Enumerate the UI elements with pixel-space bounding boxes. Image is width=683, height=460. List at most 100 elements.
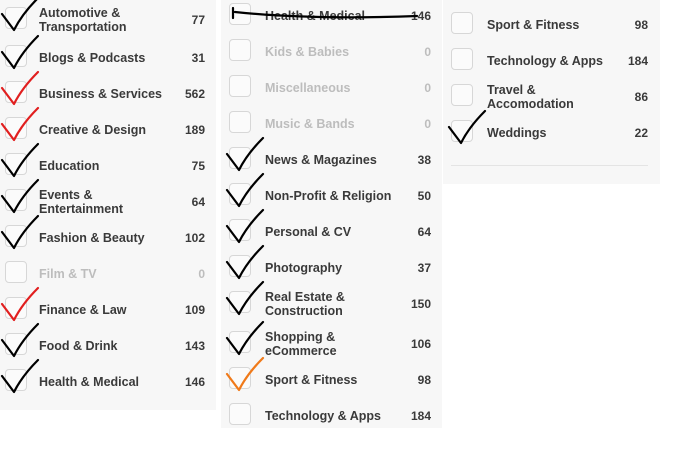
category-item-sport-and-fitness[interactable]: Sport & Fitness 98 <box>221 356 442 398</box>
category-item-film-and-tv: Film & TV 0 <box>0 256 216 292</box>
category-label: Sport & Fitness <box>265 373 358 387</box>
category-count: 38 <box>417 153 431 167</box>
category-label: Photography <box>265 261 343 275</box>
category-item-miscellaneous: Miscellaneous 0 <box>221 70 442 106</box>
category-checkbox[interactable] <box>5 225 27 247</box>
category-label: Shopping & eCommerce <box>265 330 337 358</box>
category-checkbox[interactable] <box>5 189 27 211</box>
category-checkbox[interactable] <box>229 291 251 313</box>
category-checkbox[interactable] <box>229 183 251 205</box>
category-checkbox[interactable] <box>5 7 27 29</box>
category-checkbox[interactable] <box>5 45 27 67</box>
category-item-kids-and-babies: Kids & Babies 0 <box>221 34 442 70</box>
category-checkbox[interactable] <box>451 84 473 106</box>
category-item-personal-and-cv[interactable]: Personal & CV 64 <box>221 208 442 250</box>
category-checkbox[interactable] <box>5 153 27 175</box>
category-checkbox[interactable] <box>229 255 251 277</box>
category-item-health-and-medical[interactable]: Health & Medical 146 <box>221 0 442 34</box>
category-checkbox[interactable] <box>229 147 251 169</box>
category-label: Kids & Babies <box>265 45 350 59</box>
category-item-education[interactable]: Education 75 <box>0 142 216 184</box>
category-label: Education <box>39 159 100 173</box>
category-item-non-profit-and-religion[interactable]: Non-Profit & Religion 50 <box>221 172 442 214</box>
category-label: Non-Profit & Religion <box>265 189 392 203</box>
category-count: 0 <box>198 267 205 281</box>
category-checkbox[interactable] <box>229 367 251 389</box>
category-checkbox[interactable] <box>5 297 27 319</box>
category-count: 146 <box>184 375 205 389</box>
category-count: 0 <box>424 45 431 59</box>
category-item-blogs-and-podcasts[interactable]: Blogs & Podcasts 31 <box>0 34 216 76</box>
category-item-shopping-and-ecommerce[interactable]: Shopping & eCommerce 106 <box>221 320 442 362</box>
category-column-1: Automotive & Transportation 77 Blogs & Pod… <box>0 0 216 410</box>
category-item-creative-and-design[interactable]: Creative & Design 189 <box>0 106 216 148</box>
category-item-weddings[interactable]: Weddings 22 <box>443 109 660 151</box>
category-label: Sport & Fitness <box>487 18 580 32</box>
category-item-news-and-magazines[interactable]: News & Magazines 38 <box>221 136 442 178</box>
category-label: Finance & Law <box>39 303 127 317</box>
category-count: 98 <box>634 18 648 32</box>
category-item-real-estate-and-construction[interactable]: Real Estate & Construction 150 <box>221 280 442 322</box>
category-count: 184 <box>410 409 431 423</box>
category-count: 50 <box>417 189 431 203</box>
divider <box>451 165 648 166</box>
category-checkbox[interactable] <box>229 403 251 425</box>
category-count: 75 <box>191 159 205 173</box>
category-item-technology-and-apps[interactable]: Technology & Apps 184 <box>221 398 442 434</box>
category-label: Personal & CV <box>265 225 352 239</box>
category-count: 22 <box>634 126 648 140</box>
category-count: 106 <box>410 337 431 351</box>
category-checkbox[interactable] <box>229 3 251 25</box>
category-label: Real Estate & Construction <box>265 290 345 318</box>
category-item-automotive-and-transportation[interactable]: Automotive & Transportation 77 <box>0 0 216 38</box>
category-item-photography[interactable]: Photography 37 <box>221 244 442 286</box>
category-item-technology-and-apps[interactable]: Technology & Apps 184 <box>443 43 660 79</box>
category-checkbox[interactable] <box>451 48 473 70</box>
category-label: Automotive & Transportation <box>39 6 127 34</box>
category-item-food-and-drink[interactable]: Food & Drink 143 <box>0 322 216 364</box>
category-label: Business & Services <box>39 87 162 101</box>
category-count: 189 <box>184 123 205 137</box>
category-count: 64 <box>417 225 431 239</box>
category-item-health-and-medical[interactable]: Health & Medical 146 <box>0 358 216 400</box>
category-count: 37 <box>417 261 431 275</box>
category-count: 31 <box>191 51 205 65</box>
category-count: 0 <box>424 117 431 131</box>
category-label: Events & Entertainment <box>39 188 124 216</box>
category-checkbox[interactable] <box>5 333 27 355</box>
category-count: 184 <box>627 54 648 68</box>
category-checkbox[interactable] <box>451 12 473 34</box>
category-item-sport-and-fitness[interactable]: Sport & Fitness 98 <box>443 7 660 43</box>
category-label: News & Magazines <box>265 153 377 167</box>
category-label: Technology & Apps <box>487 54 603 68</box>
category-count: 64 <box>191 195 205 209</box>
category-item-finance-and-law[interactable]: Finance & Law 109 <box>0 286 216 328</box>
category-count: 77 <box>191 13 205 27</box>
category-checkbox <box>229 39 251 61</box>
category-count: 143 <box>184 339 205 353</box>
category-item-events-and-entertainment[interactable]: Events & Entertainment 64 <box>0 178 216 220</box>
category-checkbox <box>5 261 27 283</box>
category-checkbox[interactable] <box>5 81 27 103</box>
category-item-fashion-and-beauty[interactable]: Fashion & Beauty 102 <box>0 214 216 256</box>
category-checkbox[interactable] <box>229 219 251 241</box>
category-count: 0 <box>424 81 431 95</box>
category-item-travel-and-accomodation[interactable]: Travel & Accomodation 86 <box>443 79 660 115</box>
category-count: 98 <box>417 373 431 387</box>
category-label: Health & Medical <box>39 375 140 389</box>
category-checkbox <box>229 75 251 97</box>
category-count: 146 <box>410 9 431 23</box>
category-checkbox[interactable] <box>229 331 251 353</box>
category-label: Film & TV <box>39 267 97 281</box>
category-count: 86 <box>634 90 648 104</box>
category-item-business-and-services[interactable]: Business & Services 562 <box>0 70 216 112</box>
category-label: Weddings <box>487 126 547 140</box>
category-column-3: Sport & Fitness 98 Technology & Apps 184 Tra… <box>443 0 660 184</box>
category-label: Blogs & Podcasts <box>39 51 146 65</box>
category-label: Food & Drink <box>39 339 118 353</box>
category-checkbox[interactable] <box>451 120 473 142</box>
category-checkbox[interactable] <box>5 117 27 139</box>
category-checkbox[interactable] <box>5 369 27 391</box>
category-label: Music & Bands <box>265 117 355 131</box>
category-label: Technology & Apps <box>265 409 381 423</box>
